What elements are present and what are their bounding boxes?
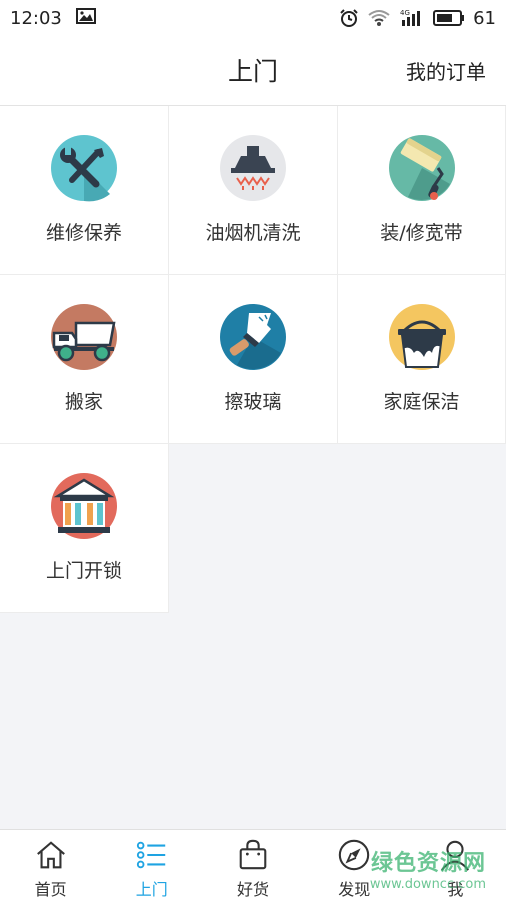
wrench-screwdriver-icon	[50, 134, 118, 202]
locksmith-building-icon	[50, 472, 118, 540]
compass-icon	[338, 839, 370, 871]
bottom-tab-bar: 首页 上门 好货 发现 我	[0, 829, 506, 900]
battery-icon	[433, 10, 465, 26]
service-repair[interactable]: 维修保养	[0, 106, 169, 275]
service-label: 擦玻璃	[224, 391, 282, 413]
service-hood-cleaning[interactable]: 油烟机清洗	[169, 106, 338, 275]
service-label: 油烟机清洗	[205, 222, 301, 244]
cleaning-bucket-icon	[388, 303, 456, 371]
tab-label: 上门	[135, 880, 168, 899]
paint-roller-icon	[388, 134, 456, 202]
image-notification-icon	[75, 7, 96, 29]
tab-label: 我	[447, 880, 464, 899]
home-icon	[36, 841, 65, 869]
service-locksmith[interactable]: 上门开锁	[0, 444, 169, 613]
service-label: 装/修宽带	[380, 222, 463, 244]
service-grid: 维修保养 油烟机清洗 装/修宽带 搬家 擦玻璃 家庭保洁 上门开锁	[0, 106, 506, 613]
tab-me[interactable]: 我	[405, 830, 506, 900]
service-broadband[interactable]: 装/修宽带	[338, 106, 506, 275]
service-house-cleaning[interactable]: 家庭保洁	[338, 275, 506, 444]
window-squeegee-icon	[219, 303, 287, 371]
tab-home[interactable]: 首页	[0, 830, 101, 900]
my-orders-link[interactable]: 我的订单	[406, 56, 486, 85]
tab-discover[interactable]: 发现	[304, 830, 405, 900]
battery-level: 61	[473, 7, 496, 29]
tab-label: 好货	[237, 880, 270, 899]
signal-icon: 4G	[399, 8, 425, 28]
list-icon	[136, 841, 166, 869]
service-label: 家庭保洁	[383, 391, 460, 413]
range-hood-icon	[219, 134, 287, 202]
network-type: 4G	[400, 9, 410, 17]
service-moving[interactable]: 搬家	[0, 275, 169, 444]
moving-truck-icon	[50, 303, 118, 371]
service-label: 上门开锁	[45, 560, 122, 582]
tab-label: 发现	[338, 880, 371, 899]
status-bar: 12:03 4G 61	[0, 0, 506, 36]
status-time: 12:03	[10, 7, 62, 29]
service-label: 维修保养	[45, 222, 122, 244]
tab-goods[interactable]: 好货	[202, 830, 303, 900]
tab-onsite[interactable]: 上门	[101, 830, 202, 900]
wifi-icon	[367, 9, 391, 27]
tab-label: 首页	[34, 880, 67, 899]
user-icon	[441, 840, 470, 871]
service-window-cleaning[interactable]: 擦玻璃	[169, 275, 338, 444]
shopping-bag-icon	[239, 839, 267, 870]
header: 上门 我的订单	[0, 36, 506, 106]
service-label: 搬家	[64, 391, 103, 413]
alarm-icon	[339, 8, 359, 28]
